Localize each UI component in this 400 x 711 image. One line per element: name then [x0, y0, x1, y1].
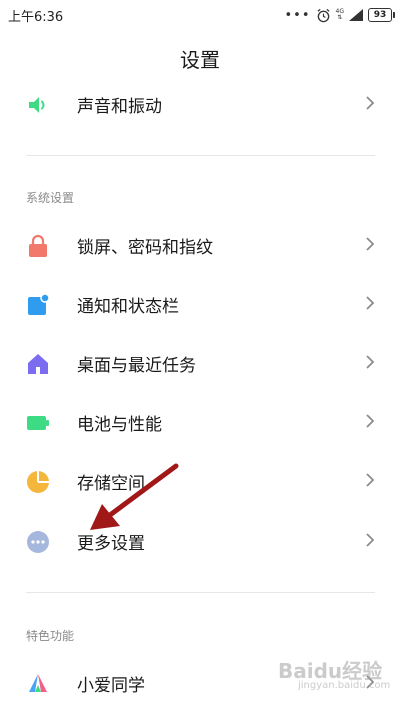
- status-time: 上午6:36: [8, 10, 64, 25]
- home-icon: [28, 354, 48, 374]
- battery-icon: [27, 416, 49, 430]
- network-type-icon: 4G ⇅: [335, 8, 344, 21]
- settings-item-label: 桌面与最近任务: [77, 356, 196, 376]
- settings-item-label: 电池与性能: [77, 415, 162, 435]
- settings-item-desktop[interactable]: 桌面与最近任务: [0, 335, 400, 389]
- watermark-url: jingyan.baidu.com: [298, 680, 391, 691]
- chevron-right-icon: [366, 414, 375, 428]
- battery-indicator: 93: [368, 8, 395, 22]
- settings-item-battery[interactable]: 电池与性能: [0, 394, 400, 448]
- settings-screen: 上午6:36 ••• 4G ⇅ 93 设置 声音和振动 系统设置 锁屏、密码和指…: [0, 0, 400, 711]
- storage-pie-icon: [27, 471, 49, 493]
- section-header-features: 特色功能: [26, 629, 75, 643]
- chevron-right-icon: [366, 96, 375, 110]
- section-divider: [26, 592, 375, 593]
- settings-item-label: 锁屏、密码和指纹: [77, 238, 213, 258]
- status-bar: 上午6:36 ••• 4G ⇅ 93: [0, 0, 400, 30]
- settings-item-sound[interactable]: 声音和振动: [0, 76, 400, 130]
- section-header-system: 系统设置: [26, 191, 75, 205]
- settings-item-label: 小爱同学: [77, 676, 145, 696]
- chevron-right-icon: [366, 296, 375, 310]
- xiaoai-icon: [29, 674, 47, 692]
- page-title: 设置: [180, 48, 220, 72]
- more-dots-icon: [27, 531, 49, 553]
- annotation-arrow-icon: [90, 463, 179, 530]
- chevron-right-icon: [366, 237, 375, 251]
- settings-item-notifications[interactable]: 通知和状态栏: [0, 276, 400, 330]
- chevron-right-icon: [366, 533, 375, 547]
- settings-item-label: 声音和振动: [77, 97, 162, 117]
- chevron-right-icon: [366, 355, 375, 369]
- more-notifications-icon: •••: [284, 7, 311, 23]
- signal-icon: [349, 9, 363, 21]
- section-divider: [26, 155, 375, 156]
- settings-item-label: 通知和状态栏: [77, 297, 179, 317]
- settings-item-storage[interactable]: 存储空间: [0, 453, 400, 507]
- chevron-right-icon: [366, 473, 375, 487]
- settings-item-lockscreen[interactable]: 锁屏、密码和指纹: [0, 217, 400, 271]
- notification-icon: [28, 293, 50, 315]
- settings-item-more[interactable]: 更多设置: [0, 513, 400, 567]
- status-icons: ••• 4G ⇅ 93: [284, 5, 395, 25]
- alarm-clock-icon: [317, 8, 330, 22]
- speaker-icon: [29, 97, 45, 113]
- lock-icon: [29, 234, 47, 257]
